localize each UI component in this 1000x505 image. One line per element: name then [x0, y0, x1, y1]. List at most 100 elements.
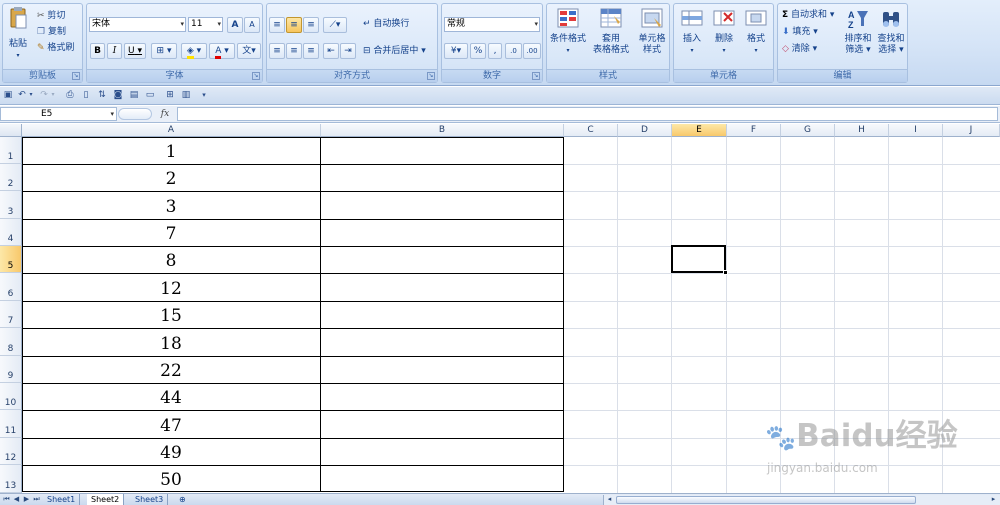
cell-a3[interactable]: 3	[22, 194, 320, 220]
cell-a8[interactable]: 18	[22, 331, 320, 357]
orientation-button[interactable]: ⟋▾	[323, 17, 347, 33]
fill-handle[interactable]	[723, 270, 728, 275]
row-header-11[interactable]: 11	[0, 410, 22, 438]
undo-icon[interactable]: ↶	[16, 89, 28, 101]
row-header-9[interactable]: 9	[0, 356, 22, 383]
cell-a9[interactable]: 22	[22, 358, 320, 384]
copy-button[interactable]: ❐ 复制	[37, 27, 66, 38]
merge-center-button[interactable]: ⊟ 合并后居中 ▾	[363, 46, 426, 57]
insert-button[interactable]: 插入 ▾	[677, 8, 707, 56]
customize-toolbar-icon[interactable]: ▾	[198, 89, 210, 101]
column-header-d[interactable]: D	[618, 124, 672, 137]
cell-a2[interactable]: 2	[22, 166, 320, 192]
row-header-12[interactable]: 12	[0, 438, 22, 465]
format-painter-button[interactable]: ✎ 格式刷	[37, 43, 74, 54]
insert-sheet-button[interactable]: ⊕	[175, 494, 190, 505]
wrap-text-button[interactable]: ↵ 自动换行	[363, 19, 409, 30]
row-header-1[interactable]: 1	[0, 137, 22, 164]
clipboard-launcher-icon[interactable]: ↘	[72, 72, 80, 80]
redo-icon[interactable]: ↷	[38, 89, 50, 101]
cell-a7[interactable]: 15	[22, 303, 320, 329]
shrink-font-button[interactable]: A	[244, 17, 260, 33]
align-left-button[interactable]: ≡	[269, 43, 285, 59]
column-header-b[interactable]: B	[321, 124, 564, 137]
phonetic-button[interactable]: 文▾	[237, 43, 261, 59]
row-header-4[interactable]: 4	[0, 219, 22, 246]
table-icon[interactable]: ⊞	[164, 89, 176, 101]
row-header-2[interactable]: 2	[0, 164, 22, 191]
column-header-f[interactable]: F	[727, 124, 781, 137]
italic-button[interactable]: I	[107, 43, 122, 59]
last-sheet-icon[interactable]: ⏭	[32, 495, 41, 504]
fill-color-button[interactable]: ◈ ▾	[181, 43, 207, 59]
screen-icon[interactable]: ▭	[144, 89, 156, 101]
column-header-j[interactable]: J	[943, 124, 1000, 137]
name-box[interactable]: E5 ▾	[0, 107, 117, 121]
comma-button[interactable]: ,	[488, 43, 502, 59]
horizontal-scrollbar[interactable]: ◂ ▸	[603, 495, 1000, 505]
decrease-decimal-button[interactable]: .00	[523, 43, 541, 59]
underline-button[interactable]: U ▾	[124, 43, 146, 59]
column-header-i[interactable]: I	[889, 124, 943, 137]
grow-font-button[interactable]: A	[227, 17, 243, 33]
row-header-13[interactable]: 13	[0, 465, 22, 493]
first-sheet-icon[interactable]: ⏮	[2, 495, 11, 504]
sort-filter-button[interactable]: AZ 排序和 筛选 ▾	[842, 8, 874, 56]
row-header-6[interactable]: 6	[0, 273, 22, 301]
align-middle-button[interactable]: ≡	[286, 17, 302, 33]
cell-a4[interactable]: 7	[22, 221, 320, 247]
redo-dropdown-icon[interactable]: ▾	[50, 89, 56, 101]
align-center-button[interactable]: ≡	[286, 43, 302, 59]
select-all-button[interactable]	[0, 124, 22, 137]
column-header-g[interactable]: G	[781, 124, 835, 137]
find-select-button[interactable]: 查找和 选择 ▾	[875, 8, 907, 56]
cell-a5[interactable]: 8	[22, 248, 320, 274]
insert-function-button[interactable]: fx	[155, 108, 175, 120]
align-right-button[interactable]: ≡	[303, 43, 319, 59]
undo-dropdown-icon[interactable]: ▾	[28, 89, 34, 101]
scroll-left-icon[interactable]: ◂	[605, 495, 614, 504]
paste-button[interactable]: 粘贴 ▾	[7, 7, 29, 61]
accounting-button[interactable]: ¥▾	[444, 43, 468, 59]
formula-input[interactable]	[177, 107, 998, 121]
number-launcher-icon[interactable]: ↘	[532, 72, 540, 80]
font-size-select[interactable]: 11 ▾	[188, 17, 223, 32]
column-header-h[interactable]: H	[835, 124, 889, 137]
column-header-c[interactable]: C	[564, 124, 618, 137]
cell-grid[interactable]: 1 2 3 7 8 12 15 18 22 44 47 49 50 🐾Baidu…	[22, 137, 1000, 493]
prev-sheet-icon[interactable]: ◀	[12, 495, 21, 504]
sheet-tab-3[interactable]: Sheet3	[131, 494, 169, 505]
chart-icon[interactable]: ▥	[180, 89, 192, 101]
fill-button[interactable]: ⬇ 填充 ▾	[782, 27, 818, 38]
autosum-button[interactable]: Σ 自动求和 ▾	[782, 10, 834, 21]
cell-a13[interactable]: 50	[22, 467, 320, 493]
borders-button[interactable]: ⊞ ▾	[151, 43, 177, 59]
sheet-tab-1[interactable]: Sheet1	[43, 494, 81, 505]
format-as-table-button[interactable]: 套用 表格格式	[589, 8, 633, 56]
align-top-button[interactable]: ≡	[269, 17, 285, 33]
cell-a10[interactable]: 44	[22, 385, 320, 411]
horizontal-scrollbar-thumb[interactable]	[616, 496, 916, 504]
column-header-a[interactable]: A	[22, 124, 321, 137]
font-family-select[interactable]: 宋体 ▾	[89, 17, 186, 32]
row-header-8[interactable]: 8	[0, 328, 22, 356]
row-header-5[interactable]: 5	[0, 246, 22, 273]
row-header-3[interactable]: 3	[0, 191, 22, 219]
row-header-7[interactable]: 7	[0, 301, 22, 328]
number-format-select[interactable]: 常规 ▾	[444, 17, 540, 32]
scroll-right-icon[interactable]: ▸	[989, 495, 998, 504]
alignment-launcher-icon[interactable]: ↘	[427, 72, 435, 80]
align-bottom-button[interactable]: ≡	[303, 17, 319, 33]
cell-a11[interactable]: 47	[22, 413, 320, 439]
formula-bar-resize-handle[interactable]	[118, 108, 152, 120]
percent-button[interactable]: %	[470, 43, 486, 59]
save-icon[interactable]: ▣	[2, 89, 14, 101]
page-setup-icon[interactable]: ▤	[128, 89, 140, 101]
format-button[interactable]: 格式 ▾	[741, 8, 771, 56]
cell-a6[interactable]: 12	[22, 276, 320, 302]
conditional-format-button[interactable]: 条件格式 ▾	[549, 8, 587, 56]
cell-a1[interactable]: 1	[22, 139, 320, 165]
delete-button[interactable]: 删除 ▾	[709, 8, 739, 56]
bold-button[interactable]: B	[90, 43, 105, 59]
new-document-icon[interactable]: ▯	[80, 89, 92, 101]
